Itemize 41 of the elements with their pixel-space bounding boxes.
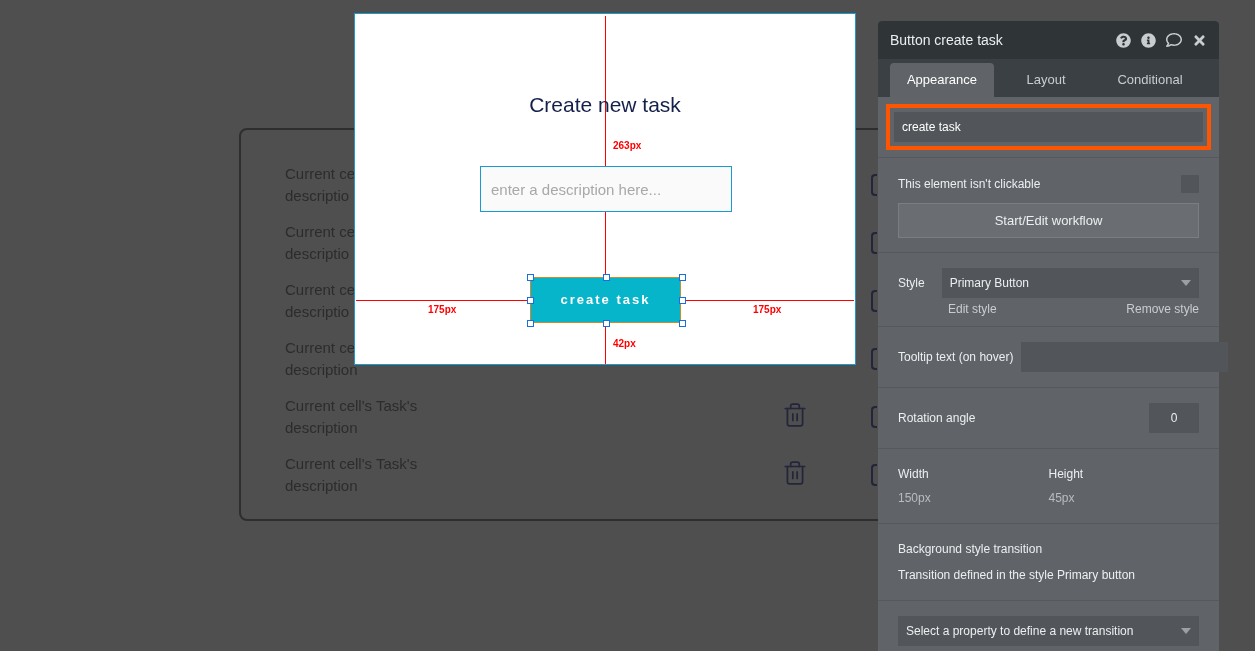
resize-handle[interactable]: [679, 274, 686, 281]
button-text-field[interactable]: create task: [894, 112, 1203, 142]
tooltip-input-field[interactable]: [1021, 342, 1229, 372]
width-value: 150px: [898, 490, 932, 507]
edit-style-link[interactable]: Edit style: [948, 300, 997, 318]
resize-handle[interactable]: [679, 320, 686, 327]
panel-tab[interactable]: Layout: [994, 63, 1098, 97]
guide-label: 175px: [428, 303, 457, 317]
setting-label: Rotation angle: [898, 410, 976, 427]
info-icon[interactable]: [1141, 32, 1156, 48]
setting-label: Width: [898, 466, 930, 483]
resize-handle[interactable]: [527, 274, 534, 281]
style-dropdown[interactable]: Primary Button: [941, 268, 1199, 298]
workflow-button[interactable]: Start/Edit workflow: [898, 203, 1199, 238]
resize-handle[interactable]: [603, 320, 610, 327]
height-value: 45px: [1048, 490, 1076, 507]
setting-label: This element isn't clickable: [898, 176, 1041, 193]
resize-handle[interactable]: [603, 274, 610, 281]
comment-icon[interactable]: [1166, 32, 1182, 49]
rotation-input-field[interactable]: 0: [1149, 403, 1199, 433]
help-icon[interactable]: [1116, 32, 1131, 48]
transition-dropdown[interactable]: Select a property to define a new transition: [898, 616, 1199, 646]
transition-note: Transition defined in the style Primary button: [898, 567, 1136, 584]
resize-handle[interactable]: [679, 297, 686, 304]
resize-handle[interactable]: [527, 297, 534, 304]
description-input-field[interactable]: enter a description here...: [480, 166, 732, 212]
setting-label: Tooltip text (on hover): [898, 349, 1014, 366]
setting-label: Height: [1048, 466, 1085, 483]
remove-style-link[interactable]: Remove style: [1126, 300, 1199, 318]
setting-label: Background style transition: [898, 541, 1044, 558]
dropdown-caret-icon: [1181, 280, 1191, 286]
panel-tab[interactable]: Appearance: [890, 63, 994, 97]
close-icon[interactable]: [1192, 32, 1207, 48]
dropdown-caret-icon: [1181, 628, 1191, 634]
guide-label: 175px: [753, 303, 782, 317]
panel-title: Button create task: [890, 30, 1004, 50]
guide-label: 42px: [613, 337, 636, 351]
setting-label: Style: [898, 275, 925, 292]
guide-label: 263px: [613, 139, 642, 153]
panel-tab[interactable]: Conditional: [1098, 63, 1202, 97]
resize-handle[interactable]: [527, 320, 534, 327]
